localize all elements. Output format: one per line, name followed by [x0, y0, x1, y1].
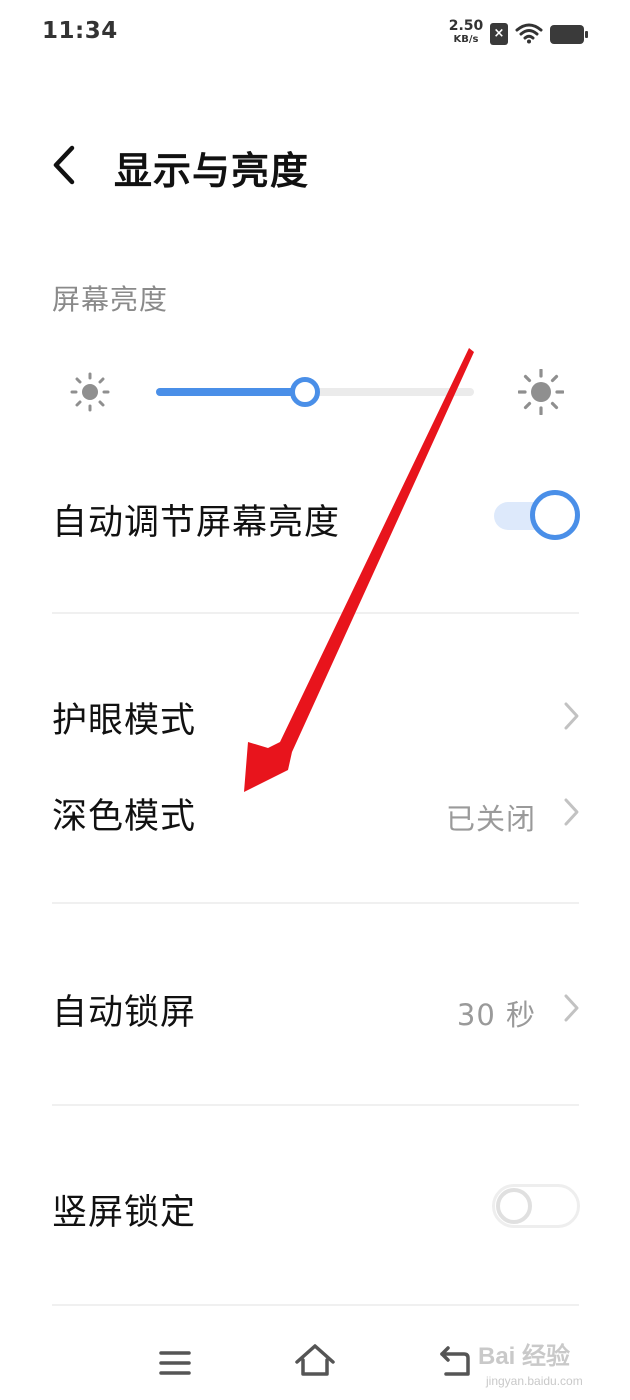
network-speed-value: 2.50	[448, 18, 484, 34]
divider	[52, 1104, 579, 1106]
auto-lock-value: 30 秒	[456, 998, 536, 1032]
setting-row-auto-lock[interactable]: 自动锁屏 30 秒	[0, 968, 630, 1048]
auto-brightness-label: 自动调节屏幕亮度	[52, 503, 341, 543]
dark-mode-value: 已关闭	[445, 802, 536, 836]
dark-mode-label: 深色模式	[52, 797, 197, 837]
eye-protection-label: 护眼模式	[52, 701, 197, 741]
sun-large-icon	[518, 369, 564, 415]
page-header: 显示与亮度	[0, 120, 630, 210]
setting-row-dark-mode[interactable]: 深色模式 已关闭	[0, 772, 630, 852]
menu-icon[interactable]	[158, 1348, 192, 1378]
portrait-lock-label: 竖屏锁定	[52, 1193, 197, 1233]
setting-row-auto-brightness[interactable]: 自动调节屏幕亮度	[0, 478, 630, 558]
page-title: 显示与亮度	[114, 149, 310, 193]
chevron-left-icon[interactable]	[46, 142, 80, 188]
setting-row-portrait-lock[interactable]: 竖屏锁定	[0, 1168, 630, 1248]
toggle-knob	[496, 1188, 532, 1224]
wifi-icon	[515, 23, 543, 44]
back-icon[interactable]	[438, 1344, 472, 1378]
divider	[52, 612, 579, 614]
chevron-right-icon	[564, 994, 579, 1022]
watermark-sub: jingyan.baidu.com	[486, 1374, 583, 1388]
status-bar: 11:34 2.50 KB/s ×	[0, 0, 630, 68]
watermark-main: Bai 经验	[478, 1343, 571, 1370]
chevron-right-icon	[564, 798, 579, 826]
divider	[52, 1304, 579, 1306]
no-sim-icon: ×	[490, 23, 508, 45]
section-label-brightness: 屏幕亮度	[52, 283, 169, 316]
auto-brightness-toggle[interactable]	[494, 490, 580, 540]
baidu-watermark: Bai 经验 jingyan.baidu.com	[478, 1330, 618, 1396]
chevron-right-icon	[564, 702, 579, 730]
battery-icon	[550, 25, 588, 44]
auto-lock-label: 自动锁屏	[52, 993, 197, 1033]
network-speed: 2.50 KB/s	[446, 18, 486, 46]
sun-small-icon	[70, 372, 110, 412]
brightness-slider-thumb[interactable]	[290, 377, 321, 407]
brightness-control	[0, 360, 630, 424]
network-speed-unit: KB/s	[453, 34, 479, 45]
brightness-slider-fill	[156, 388, 306, 396]
status-time: 11:34	[42, 18, 118, 44]
divider	[52, 902, 579, 904]
home-icon[interactable]	[294, 1342, 336, 1378]
brightness-slider[interactable]	[156, 377, 474, 407]
toggle-knob	[530, 490, 580, 540]
setting-row-eye-protection[interactable]: 护眼模式	[0, 676, 630, 756]
portrait-lock-toggle[interactable]	[492, 1184, 580, 1230]
